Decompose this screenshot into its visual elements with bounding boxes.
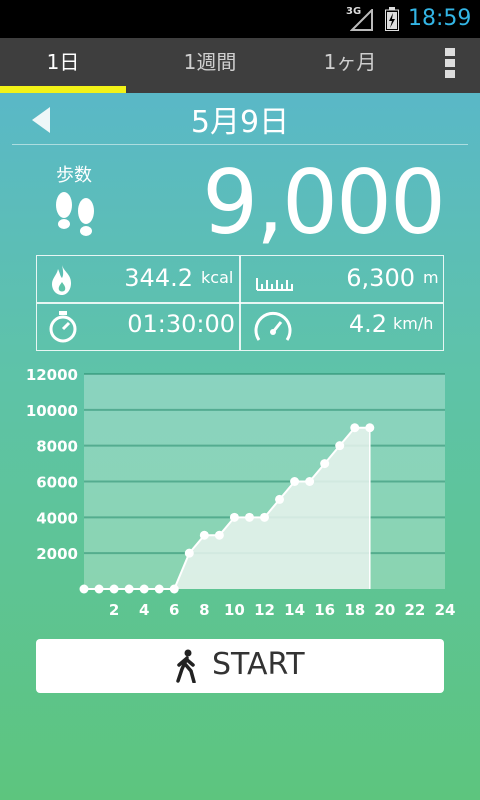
overflow-menu-icon[interactable] [438, 48, 462, 82]
data-point [94, 584, 104, 594]
tab-day[interactable]: 1日 [0, 38, 126, 93]
tab-week[interactable]: 1週間 [147, 38, 273, 93]
x-tick-label: 24 [435, 601, 456, 619]
battery-icon [385, 7, 399, 31]
x-tick-label: 12 [254, 601, 275, 619]
data-point [79, 584, 89, 594]
x-tick-label: 20 [374, 601, 395, 619]
back-arrow-icon[interactable] [28, 105, 56, 135]
data-point [320, 459, 330, 469]
tab-bar: 1日 1週間 1ヶ月 [0, 38, 480, 93]
data-point [229, 512, 239, 522]
tab-indicator [0, 86, 126, 93]
y-tick-label: 6000 [36, 474, 78, 492]
data-point [244, 512, 254, 522]
status-bar: 3G 18:59 [0, 0, 480, 38]
distance-value: 6,300 [346, 264, 415, 292]
data-point [275, 494, 285, 504]
distance-unit: m [423, 268, 439, 287]
data-point [290, 477, 300, 486]
data-point [335, 441, 345, 451]
steps-count: 9,000 [202, 151, 446, 254]
data-point [214, 530, 224, 540]
status-clock: 18:59 [408, 6, 472, 31]
data-point [305, 477, 315, 486]
duration-value: 01:30:00 [127, 310, 235, 338]
x-tick-label: 14 [284, 601, 305, 619]
x-tick-label: 10 [224, 601, 245, 619]
x-tick-label: 8 [199, 601, 209, 619]
speedometer-icon [254, 311, 292, 341]
y-tick-label: 4000 [36, 509, 78, 527]
stats-grid: 344.2 kcal 6,300 m 01:30:00 4.2 km/h [36, 255, 444, 351]
tab-week-label: 1週間 [183, 50, 237, 74]
data-point [350, 423, 360, 433]
data-point [124, 584, 134, 594]
speed-unit: km/h [393, 314, 434, 333]
data-point [365, 423, 375, 433]
data-point [260, 512, 269, 522]
x-tick-label: 6 [169, 601, 179, 619]
calories-value: 344.2 [124, 264, 193, 292]
tab-day-label: 1日 [46, 50, 80, 74]
tab-month-label: 1ヶ月 [323, 50, 377, 74]
walking-icon [176, 649, 196, 683]
data-point [184, 548, 194, 558]
footprints-icon [56, 192, 94, 236]
speed-value: 4.2 [348, 310, 387, 338]
start-label: START [212, 647, 305, 682]
data-point [169, 584, 179, 594]
x-tick-label: 22 [404, 601, 425, 619]
y-tick-label: 8000 [36, 438, 78, 456]
x-tick-label: 16 [314, 601, 335, 619]
calories-unit: kcal [201, 268, 234, 287]
data-point [199, 530, 209, 540]
x-tick-label: 2 [109, 601, 119, 619]
x-tick-label: 4 [139, 601, 149, 619]
data-point [109, 584, 119, 594]
divider [12, 144, 468, 145]
steps-label: 歩数 [56, 165, 92, 186]
ruler-icon [256, 278, 293, 291]
data-point [154, 584, 164, 594]
flame-icon [52, 265, 71, 295]
y-tick-label: 10000 [26, 402, 78, 420]
signal-icon [350, 9, 373, 31]
y-tick-label: 2000 [36, 545, 78, 563]
stopwatch-icon [49, 311, 77, 343]
tab-month[interactable]: 1ヶ月 [287, 38, 413, 93]
steps-chart: 200040006000800010000120002 4 6 8 10 12 14 16 18… [26, 366, 456, 619]
data-point [139, 584, 149, 594]
start-button[interactable]: START [36, 639, 444, 693]
date-title: 5月9日 [190, 105, 290, 140]
main-content: 5月9日 歩数 9,000 344.2 kcal 6,300 m 01:30:0… [0, 93, 480, 800]
y-tick-label: 12000 [26, 366, 78, 384]
x-tick-label: 18 [344, 601, 365, 619]
